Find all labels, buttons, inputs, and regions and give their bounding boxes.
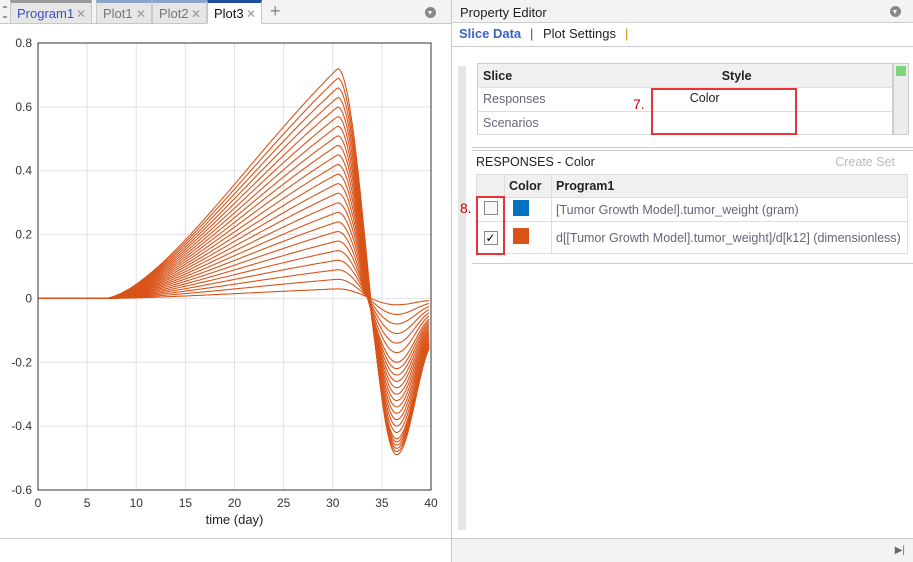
annotation-number: 8. <box>460 200 472 216</box>
close-icon[interactable]: ✕ <box>136 7 146 21</box>
create-set-button[interactable]: Create Set <box>835 155 895 169</box>
highlight-box <box>651 88 797 135</box>
tab-label: Plot2 <box>159 6 189 21</box>
tab-label: Plot3 <box>214 6 244 21</box>
plot-panel: Program1 ✕ Plot1 ✕ Plot2 ✕ Plot3 ✕ + 0 5 10 15 2… <box>0 0 452 562</box>
tab-label: Plot1 <box>103 6 133 21</box>
x-tick-label: 15 <box>179 496 193 510</box>
table-row[interactable]: ✓ d[[Tumor Growth Model].tumor_weight]/d… <box>476 221 908 254</box>
property-editor: Property Editor Slice Data | Plot Settin… <box>452 0 913 562</box>
divider <box>472 150 913 151</box>
highlight-box <box>476 196 505 255</box>
close-icon[interactable]: ✕ <box>191 7 201 21</box>
tab-plot2[interactable]: Plot2 ✕ <box>152 0 207 24</box>
divider <box>472 263 913 264</box>
y-tick-label: 0.4 <box>15 164 32 178</box>
x-tick-label: 10 <box>130 496 144 510</box>
y-tick-label: -0.2 <box>11 355 32 369</box>
column-header: Style <box>681 63 893 89</box>
responses-table: Color Program1 [Tumor Growth Model].tumor… <box>476 174 908 254</box>
status-bar: ▶| <box>452 538 913 562</box>
y-tick-label: -0.6 <box>11 483 32 497</box>
play-icon[interactable]: ▶| <box>895 545 905 556</box>
status-indicator <box>896 66 906 76</box>
x-axis-label: time (day) <box>206 512 264 527</box>
dropdown-icon[interactable] <box>890 6 901 17</box>
y-tick-label: -0.4 <box>11 419 32 433</box>
column-header: Program1 <box>551 174 908 198</box>
x-tick-label: 40 <box>424 496 438 510</box>
scrollbar[interactable] <box>893 63 909 135</box>
response-label: d[[Tumor Growth Model].tumor_weight]/d[k… <box>551 221 908 254</box>
x-tick-label: 5 <box>84 496 91 510</box>
scroll-gutter <box>458 66 466 530</box>
x-tick-label: 30 <box>326 496 340 510</box>
subtab-plot-settings[interactable]: Plot Settings <box>543 26 616 41</box>
drag-grip-icon[interactable] <box>3 6 7 18</box>
y-tick-label: 0.2 <box>15 228 32 242</box>
add-tab-button[interactable]: + <box>270 1 281 22</box>
responses-title: RESPONSES - Color <box>476 155 595 169</box>
column-header: Color <box>504 174 552 198</box>
y-tick-label: 0 <box>25 291 32 305</box>
plot-chart: 0 5 10 15 20 25 30 35 40 -0.6 -0.4 -0.2 0 0.2 0.4 0.6 0.… <box>11 36 438 527</box>
divider <box>472 147 913 148</box>
tab-plot1[interactable]: Plot1 ✕ <box>96 0 152 24</box>
property-editor-header: Property Editor <box>452 0 913 23</box>
table-row[interactable]: [Tumor Growth Model].tumor_weight (gram) <box>476 197 908 222</box>
color-swatch[interactable] <box>513 228 529 244</box>
divider <box>0 538 451 539</box>
x-tick-label: 0 <box>35 496 42 510</box>
tab-label: Program1 <box>17 6 75 21</box>
response-label: [Tumor Growth Model].tumor_weight (gram) <box>551 197 908 222</box>
dropdown-icon[interactable] <box>425 7 436 18</box>
column-header <box>476 174 505 198</box>
subtabs: Slice Data | Plot Settings | <box>452 23 913 47</box>
x-tick-label: 20 <box>228 496 242 510</box>
close-icon[interactable]: ✕ <box>246 7 256 21</box>
close-icon[interactable]: ✕ <box>76 7 86 21</box>
y-tick-label: 0.8 <box>15 36 32 50</box>
x-tick-label: 25 <box>277 496 291 510</box>
annotation-number: 7. <box>633 96 645 112</box>
x-tick-label: 35 <box>375 496 389 510</box>
tab-bar: Program1 ✕ Plot1 ✕ Plot2 ✕ Plot3 ✕ + <box>0 0 451 24</box>
tab-program1[interactable]: Program1 ✕ <box>10 0 92 24</box>
column-header: Slice <box>477 63 682 89</box>
y-tick-label: 0.6 <box>15 100 32 114</box>
panel-title: Property Editor <box>460 5 547 20</box>
tab-plot3[interactable]: Plot3 ✕ <box>207 0 262 24</box>
subtab-slice-data[interactable]: Slice Data <box>459 26 521 41</box>
color-swatch[interactable] <box>513 200 529 216</box>
